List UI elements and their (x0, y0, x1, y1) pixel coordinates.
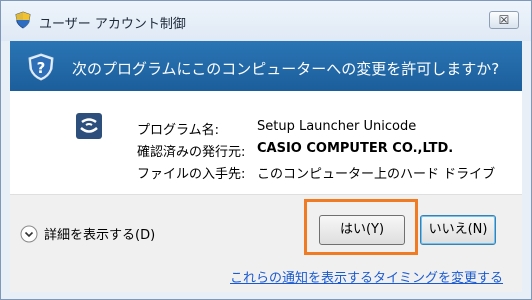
details-panel: プログラム名: Setup Launcher Unicode 確認済みの発行元:… (10, 91, 522, 194)
origin-value: このコンピューター上のハード ドライブ (257, 167, 496, 182)
window-title: ユーザー アカウント制御 (39, 17, 186, 32)
chevron-down-icon (20, 225, 38, 242)
uac-dialog: ユーザー アカウント制御 ☒ ? 次のプログラムにこのコンピューターへの変更を許… (0, 0, 532, 300)
origin-label: ファイルの入手先: (137, 167, 246, 182)
notification-settings-link[interactable]: これらの通知を表示するタイミングを変更する (230, 267, 503, 286)
program-name-label: プログラム名: (137, 123, 219, 138)
svg-text:?: ? (37, 59, 46, 77)
show-details-toggle[interactable]: 詳細を表示する(D) (20, 224, 155, 243)
yes-button[interactable]: はい(Y) (319, 215, 405, 245)
close-button[interactable]: ☒ (489, 11, 519, 29)
publisher-value: CASIO COMPUTER CO.,LTD. (257, 141, 454, 156)
casio-app-icon (76, 113, 102, 139)
dialog-footer: 詳細を表示する(D) はい(Y) いいえ(N) これらの通知を表示するタイミング… (10, 194, 522, 292)
question-shield-icon: ? (28, 53, 54, 81)
question-text: 次のプログラムにこのコンピューターへの変更を許可しますか? (72, 60, 500, 78)
question-banner: ? 次のプログラムにこのコンピューターへの変更を許可しますか? (10, 41, 522, 91)
program-name-value: Setup Launcher Unicode (257, 119, 417, 134)
shield-icon (15, 11, 31, 29)
no-button[interactable]: いいえ(N) (420, 215, 496, 245)
show-details-label: 詳細を表示する(D) (44, 228, 156, 243)
title-bar: ユーザー アカウント制御 ☒ (1, 1, 531, 41)
publisher-label: 確認済みの発行元: (137, 145, 246, 160)
